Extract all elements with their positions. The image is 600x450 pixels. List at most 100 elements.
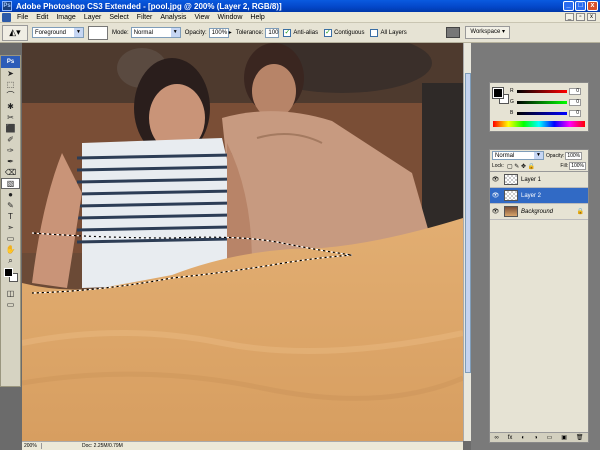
blue-slider[interactable] — [517, 111, 567, 115]
red-label: R — [510, 88, 514, 94]
workspace-button[interactable]: Workspace ▾ — [465, 26, 510, 39]
doc-minimize-button[interactable]: _ — [565, 13, 574, 21]
path-selection-tool-icon[interactable]: ➣ — [1, 222, 20, 233]
chevron-down-icon: ▼ — [170, 28, 180, 37]
opacity-label: Opacity: — [184, 29, 207, 36]
lock-icons[interactable]: ▢ ✎ ✥ 🔒 — [507, 163, 535, 170]
menu-select[interactable]: Select — [105, 14, 132, 21]
tool-preset-picker[interactable]: ◭▾ — [2, 24, 28, 41]
document-icon[interactable] — [2, 12, 11, 22]
maximize-button[interactable]: □ — [575, 1, 586, 11]
zoom-tool-icon[interactable]: ⌕ — [1, 255, 20, 266]
layer-thumbnail — [504, 206, 518, 217]
layer-row-layer-1[interactable]: 👁 Layer 1 — [490, 172, 588, 188]
chevron-down-icon: ▼ — [74, 28, 83, 37]
paint-bucket-tool-icon[interactable]: ▧ — [1, 178, 20, 189]
hand-tool-icon[interactable]: ✋ — [1, 244, 20, 255]
layer-style-icon[interactable]: fx — [508, 435, 513, 441]
quick-mask-icon[interactable]: ◫ — [1, 288, 20, 299]
paint-bucket-icon: ◭▾ — [9, 27, 21, 37]
adjustment-layer-icon[interactable]: ◑ — [534, 435, 538, 441]
type-tool-icon[interactable]: T — [1, 211, 20, 222]
new-layer-icon[interactable]: ▣ — [561, 434, 567, 441]
layer-name: Background — [521, 208, 554, 215]
layers-footer: ∞ fx ◐ ◑ ▭ ▣ 🗑 — [490, 432, 588, 442]
delete-layer-icon[interactable]: 🗑 — [576, 434, 584, 441]
doc-restore-button[interactable]: ▫ — [576, 13, 585, 21]
red-slider-row: R 0 — [510, 87, 581, 95]
dodge-tool-icon[interactable]: ● — [1, 189, 20, 200]
brush-tool-icon[interactable]: ✑ — [1, 145, 20, 156]
new-group-icon[interactable]: ▭ — [547, 434, 553, 441]
menu-image[interactable]: Image — [52, 14, 79, 21]
title-bar: Ps Adobe Photoshop CS3 Extended - [pool.… — [0, 0, 600, 12]
document-canvas[interactable] — [22, 43, 463, 441]
move-tool-icon[interactable]: ➤ — [1, 68, 20, 79]
color-spectrum[interactable] — [493, 121, 585, 127]
slice-tool-icon[interactable]: ⬛ — [1, 123, 20, 134]
eye-icon[interactable]: 👁 — [490, 208, 501, 215]
shape-tool-icon[interactable]: ▭ — [1, 233, 20, 244]
link-layers-icon[interactable]: ∞ — [494, 435, 498, 441]
layer-row-background[interactable]: 👁 Background 🔒 — [490, 204, 588, 220]
layer-fill-input[interactable]: 100% — [569, 162, 586, 170]
blend-mode-select[interactable]: Normal ▼ — [492, 151, 544, 160]
layer-mask-icon[interactable]: ◐ — [521, 435, 525, 441]
menu-help[interactable]: Help — [246, 14, 268, 21]
crop-tool-icon[interactable]: ✂ — [1, 112, 20, 123]
green-value[interactable]: 0 — [569, 98, 581, 106]
fill-source-select[interactable]: Foreground ▼ — [32, 27, 84, 38]
mode-select[interactable]: Normal ▼ — [130, 27, 181, 38]
menu-layer[interactable]: Layer — [80, 14, 106, 21]
color-swatches — [1, 266, 20, 288]
doc-close-button[interactable]: x — [587, 13, 596, 21]
menu-window[interactable]: Window — [213, 14, 246, 21]
menu-analysis[interactable]: Analysis — [156, 14, 190, 21]
menu-edit[interactable]: Edit — [32, 14, 52, 21]
magic-wand-tool-icon[interactable]: ✱ — [1, 101, 20, 112]
anti-alias-label: Anti-alias — [293, 29, 319, 36]
green-slider[interactable] — [517, 100, 567, 104]
menu-view[interactable]: View — [190, 14, 213, 21]
screen-mode-icon[interactable]: ▭ — [1, 299, 20, 310]
foreground-color-swatch[interactable] — [4, 268, 13, 277]
color-panel: R 0 G 0 B 0 — [489, 82, 589, 132]
red-value[interactable]: 0 — [569, 87, 581, 95]
document-info: Doc: 2.25M/0.79M — [82, 443, 123, 449]
pen-tool-icon[interactable]: ✎ — [1, 200, 20, 211]
layer-opacity-input[interactable]: 100% — [565, 151, 583, 160]
menu-filter[interactable]: Filter — [133, 14, 157, 21]
anti-alias-checkbox[interactable]: ✓ — [283, 28, 292, 37]
blue-value[interactable]: 0 — [569, 109, 581, 117]
toolbox: Ps ➤ ⬚ ⌒ ✱ ✂ ⬛ ✐ ✑ ✒ ⌫ ▧ ● ✎ T ➣ ▭ ✋ ⌕ ◫… — [0, 55, 21, 387]
marquee-tool-icon[interactable]: ⬚ — [1, 79, 20, 90]
zoom-level[interactable]: 200% — [22, 443, 42, 449]
window-title: Adobe Photoshop CS3 Extended - [pool.jpg… — [16, 1, 282, 11]
chevron-down-icon: ▼ — [534, 152, 543, 159]
red-slider[interactable] — [517, 89, 567, 93]
close-button[interactable]: x — [587, 1, 598, 11]
eraser-tool-icon[interactable]: ⌫ — [1, 167, 20, 178]
tolerance-label: Tolerance: — [235, 29, 264, 36]
opacity-dropdown-icon[interactable]: ▸ — [229, 29, 232, 36]
lasso-tool-icon[interactable]: ⌒ — [1, 90, 20, 101]
vertical-scrollbar[interactable] — [463, 43, 471, 441]
eye-icon[interactable]: 👁 — [490, 176, 501, 183]
pattern-swatch[interactable] — [88, 25, 108, 40]
contiguous-checkbox[interactable]: ✓ — [324, 28, 333, 37]
clone-stamp-tool-icon[interactable]: ✒ — [1, 156, 20, 167]
menu-file[interactable]: File — [13, 14, 32, 21]
photo-image — [22, 43, 463, 441]
eye-icon[interactable]: 👁 — [490, 192, 501, 199]
layer-row-layer-2[interactable]: 👁 Layer 2 — [490, 188, 588, 204]
color-panel-foreground[interactable] — [492, 87, 504, 99]
all-layers-checkbox[interactable] — [370, 28, 379, 37]
mode-label: Mode: — [112, 29, 129, 36]
color-panel-swatches — [492, 87, 509, 104]
fill-label: Fill: — [560, 163, 569, 169]
minimize-button[interactable]: _ — [563, 1, 574, 11]
dock-icon[interactable] — [446, 27, 460, 38]
opacity-input[interactable]: 100% — [208, 27, 229, 38]
healing-brush-tool-icon[interactable]: ✐ — [1, 134, 20, 145]
tolerance-input[interactable]: 100 — [265, 27, 280, 38]
